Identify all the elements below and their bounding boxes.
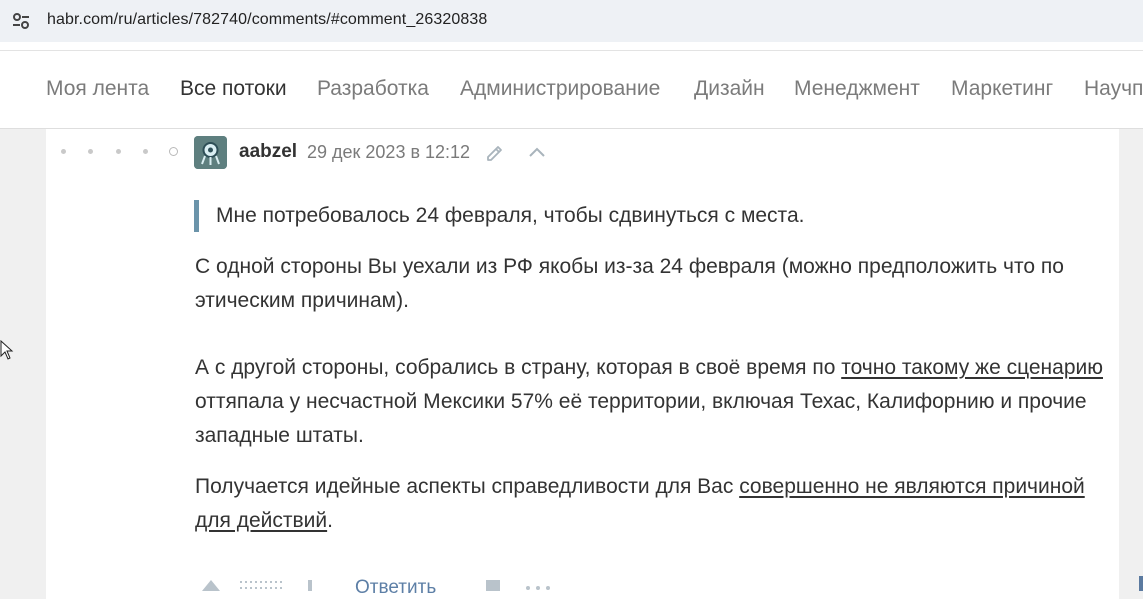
avatar[interactable] — [194, 136, 227, 169]
paragraph-text: оттяпала у несчастной Мексики 57% её тер… — [195, 390, 1087, 447]
depth-dot-current[interactable] — [169, 147, 178, 156]
scrollbar-thumb[interactable] — [1139, 576, 1143, 591]
depth-dot — [143, 149, 148, 154]
depth-dot — [88, 149, 93, 154]
upvote-icon[interactable] — [202, 580, 220, 591]
nav-item-administration[interactable]: Администрирование — [460, 77, 660, 101]
comment-paragraph-1: С одной стороны Вы уехали из РФ якобы из… — [195, 255, 1064, 312]
nav-item-management[interactable]: Менеджмент — [794, 77, 920, 101]
url-text[interactable]: habr.com/ru/articles/782740/comments/#co… — [47, 11, 487, 29]
chevron-up-icon[interactable] — [526, 144, 548, 160]
depth-dot — [61, 149, 66, 154]
comment-paragraph-2: А с другой стороны, собрались в страну, … — [195, 351, 1105, 453]
rating-dots-icon — [240, 581, 282, 589]
url-field[interactable]: habr.com/ru/articles/782740/comments/#co… — [0, 0, 1143, 42]
scenario-link[interactable]: точно такому же сценарию — [841, 356, 1103, 379]
tune-icon[interactable] — [10, 10, 32, 32]
comment-paragraph-3: Получается идейные аспекты справедливост… — [195, 470, 1105, 538]
nav-item-all-flows[interactable]: Все потоки — [180, 77, 287, 101]
more-icon[interactable] — [524, 584, 552, 591]
mouse-cursor-icon — [0, 340, 14, 360]
bookmark-icon[interactable] — [484, 580, 504, 591]
avatar-image-icon — [194, 136, 227, 169]
flows-nav: Моя лента Все потоки Разработка Админист… — [0, 51, 1143, 129]
nav-item-design[interactable]: Дизайн — [694, 77, 765, 101]
paragraph-text: А с другой стороны, собрались в страну, … — [195, 356, 842, 379]
paragraph-text: . — [327, 509, 333, 532]
address-bar: habr.com/ru/articles/782740/comments/#co… — [0, 0, 1143, 51]
nav-item-marketing[interactable]: Маркетинг — [951, 77, 1053, 101]
comment-quote: Мне потребовалось 24 февраля, чтобы сдви… — [194, 200, 804, 232]
downvote-icon[interactable] — [306, 580, 314, 591]
depth-dot — [116, 149, 121, 154]
reply-link[interactable]: Ответить — [355, 577, 436, 599]
nav-item-development[interactable]: Разработка — [317, 77, 429, 101]
nav-item-science[interactable]: Научп — [1084, 77, 1143, 101]
paragraph-text: Получается идейные аспекты справедливост… — [195, 475, 740, 498]
comment-date[interactable]: 29 дек 2023 в 12:12 — [307, 142, 470, 163]
comment-author[interactable]: aabzel — [239, 141, 297, 163]
pencil-icon[interactable] — [484, 141, 506, 163]
nav-item-my-feed[interactable]: Моя лента — [46, 77, 149, 101]
